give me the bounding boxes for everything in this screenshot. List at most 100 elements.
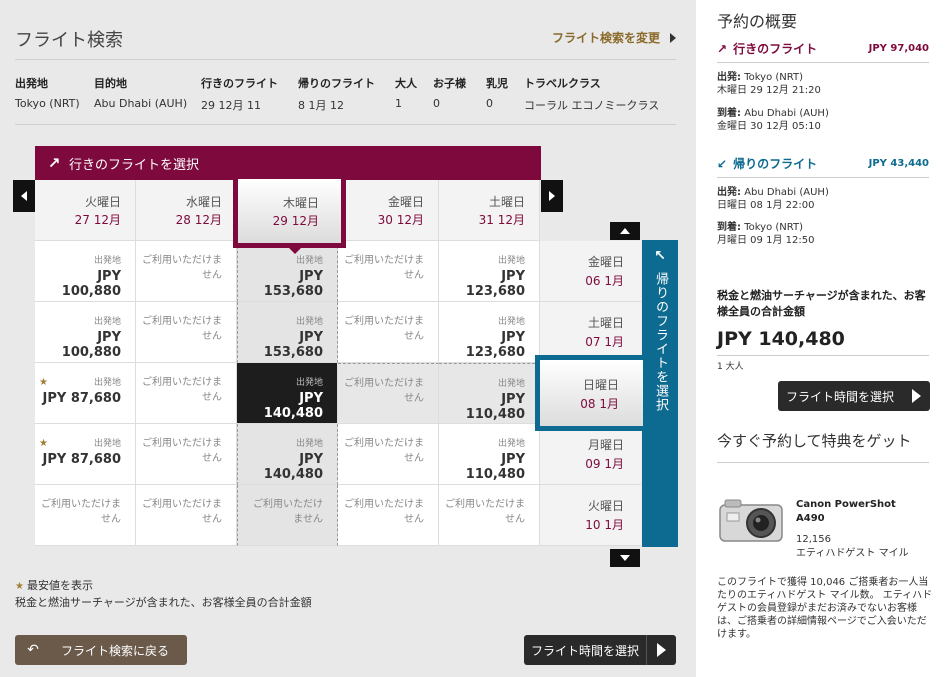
star-icon: ★ [39,377,48,388]
total-price: JPY 140,480 [717,328,845,350]
outbound-dow: 金曜日 [387,195,424,209]
return-day-1[interactable]: 土曜日 07 1月 [540,302,641,363]
outbound-dow: 土曜日 [488,195,525,209]
selected-outbound-date: 29 12月 [272,214,319,228]
return-date-label: 帰りのフライト [298,77,375,90]
unavailable-label: ご利用いただけません [344,255,424,281]
fare-cell[interactable]: 出発地 JPY 140,480 [237,424,338,485]
promo-title: 今すぐ予約して特典をゲット [717,432,912,450]
unavailable-label: ご利用いただけません [142,316,222,342]
return-date: 09 1月 [585,457,624,471]
product-name[interactable]: Canon PowerShot A490 [796,498,916,526]
flight-search-panel: フライト検索 フライト検索を変更 出発地 Tokyo (NRT) 目的地 Abu D… [0,0,696,677]
unavailable-label: ご利用いただけません [142,438,222,464]
next-return-week-button[interactable] [610,549,640,567]
chevron-down-icon [620,555,630,561]
fare-cell[interactable]: 出発地 JPY 100,880 [35,241,136,302]
sidebar-select-flight-time-button[interactable]: フライト時間を選択 [778,381,930,411]
unavailable-label: ご利用いただけません [41,499,121,525]
fare-price: JPY 153,680 [263,269,323,299]
search-summary: 出発地 Tokyo (NRT) 目的地 Abu Dhabi (AUH) 行きのフライ… [15,75,675,115]
selected-return-day[interactable]: 日曜日 08 1月 [535,355,648,431]
children-label: お子様 [433,77,466,90]
outbound-date: 28 12月 [175,213,222,227]
summary-title: 予約の概要 [717,12,798,31]
camera-product-image [719,499,783,542]
fare-cell[interactable]: 出発地 JPY 110,480 [439,363,540,424]
outbound-date: 27 12月 [74,213,121,227]
back-arrow-icon: ↶ [27,642,39,658]
fare-cell: ご利用いただけません [338,241,439,302]
from-label: 出発地 [295,317,323,327]
return-dow: 月曜日 [587,438,624,452]
product-miles: 12,156 エティハドゲスト マイル [796,534,909,559]
fare-cell[interactable]: ★ 出発地 JPY 87,680 [35,424,136,485]
outbound-departure: 出発: Tokyo (NRT) 木曜日 29 12月 21:20 [717,72,821,96]
outbound-arrival: 到着: Abu Dhabi (AUH) 金曜日 30 12月 05:10 [717,108,829,132]
fare-cell: ご利用いただけません [338,302,439,363]
fare-price: JPY 140,480 [263,391,323,421]
from-label: 出発地 [497,379,525,389]
legend-star-text: 最安値を表示 [26,579,93,592]
fare-cell[interactable]: ★ 出発地 JPY 87,680 [35,363,136,424]
fare-price: JPY 87,680 [42,452,121,467]
selected-outbound-day[interactable]: 木曜日 29 12月 [233,174,346,254]
children-value: 0 [433,97,440,110]
infants-value: 0 [486,97,493,110]
selected-outbound-dow: 木曜日 [282,196,319,210]
play-icon [911,389,921,403]
fare-cell[interactable]: 出発地 JPY 123,680 [439,302,540,363]
fare-cell: ご利用いただけません [136,424,237,485]
arrow-up-right-icon: ↗ [47,154,61,172]
return-day-3[interactable]: 月曜日 09 1月 [540,424,641,485]
unavailable-label: ご利用いただけません [344,438,424,464]
return-day-0[interactable]: 金曜日 06 1月 [540,241,641,302]
chevron-right-icon [670,32,676,43]
fare-cell: ご利用いただけません [136,363,237,424]
unavailable-label: ご利用いただけません [344,499,424,525]
fare-cell[interactable]: 出発地 JPY 153,680 [237,302,338,363]
return-day-4[interactable]: 火曜日 10 1月 [540,485,641,546]
fare-price: JPY 110,480 [465,392,525,422]
fare-cell: ご利用いただけません [439,485,540,546]
adults-value: 1 [395,97,402,110]
fare-price: JPY 100,880 [61,330,121,360]
outbound-day-1[interactable]: 水曜日 28 12月 [136,180,237,241]
unavailable-label: ご利用いただけません [253,499,323,525]
passenger-count: 1 大人 [717,362,744,372]
from-label: 出発地 [497,439,525,449]
outbound-day-3[interactable]: 金曜日 30 12月 [338,180,439,241]
prev-outbound-week-button[interactable] [13,180,35,212]
return-date-value: 8 1月 12 [298,99,344,112]
pointer-down-icon [288,247,302,254]
arrow-up-right-icon: ↗ [717,41,728,56]
divider [15,124,676,125]
divider [717,355,929,356]
infants-label: 乳児 [486,77,508,90]
return-summary-header: ↙ 帰りのフライト JPY 43,440 [717,155,929,178]
from-label: 出発地 [295,439,323,449]
unavailable-label: ご利用いただけません [142,499,222,525]
arrow-up-left-icon: ↖ [654,248,666,264]
outbound-day-0[interactable]: 火曜日 27 12月 [35,180,136,241]
return-summary-price: JPY 43,440 [868,158,929,169]
fare-cell: ご利用いただけません [136,302,237,363]
change-search-link[interactable]: フライト検索を変更 [552,29,676,46]
fare-cell: ご利用いただけません [136,485,237,546]
select-flight-time-button[interactable]: フライト時間を選択 [524,635,676,665]
outbound-day-4[interactable]: 土曜日 31 12月 [439,180,540,241]
outbound-date: 31 12月 [478,213,525,227]
outbound-dow: 水曜日 [185,195,222,209]
return-dow: 土曜日 [587,316,624,330]
back-to-search-button[interactable]: ↶ フライト検索に戻る [15,635,187,665]
fare-cell[interactable]: 出発地 JPY 100,880 [35,302,136,363]
adults-label: 大人 [395,77,417,90]
outbound-summary-price: JPY 97,040 [868,43,929,54]
origin-label: 出発地 [15,77,48,90]
return-date: 10 1月 [585,518,624,532]
fare-cell[interactable]: 出発地 JPY 123,680 [439,241,540,302]
return-date: 06 1月 [585,274,624,288]
unavailable-label: ご利用いただけません [142,255,222,281]
fare-cell[interactable]: 出発地 JPY 110,480 [439,424,540,485]
fare-cell[interactable]: 出発地 JPY 140,480 [237,363,338,424]
